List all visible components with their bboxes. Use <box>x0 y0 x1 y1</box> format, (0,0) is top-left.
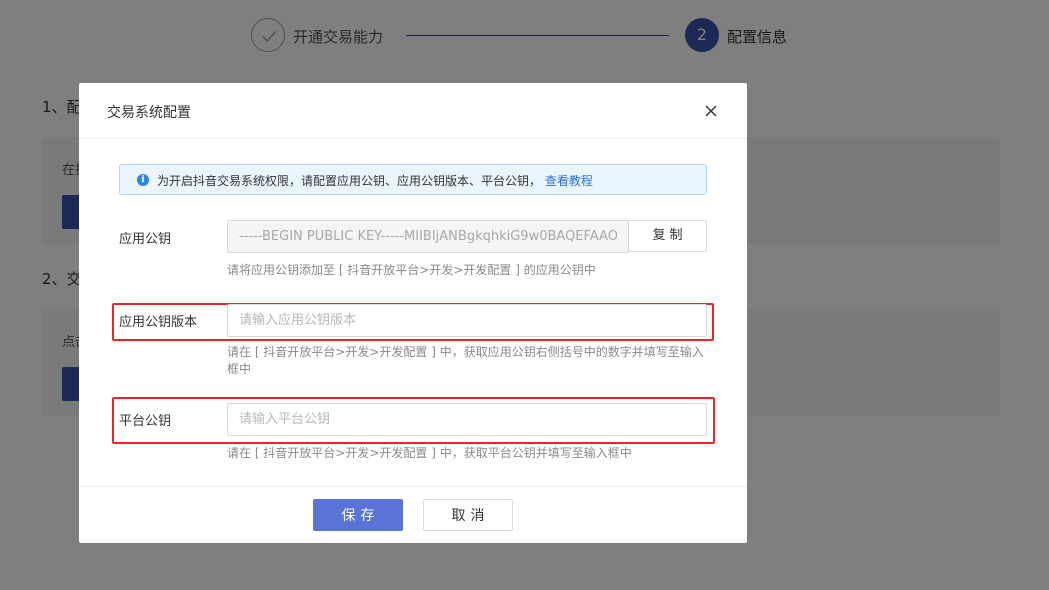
copy-button[interactable]: 复制 <box>628 220 707 252</box>
platform-public-key-hint: 请在 [ 抖音开放平台>开发>开发配置 ] 中，获取平台公钥并填写至输入框中 <box>227 446 632 460</box>
close-icon <box>705 105 717 117</box>
dialog-footer: 保存 取消 <box>79 486 747 543</box>
trade-config-dialog: 交易系统配置 i 为开启抖音交易系统权限，请配置应用公钥、应用公钥版本、平台公钥… <box>79 83 747 543</box>
app-public-key-field[interactable] <box>227 220 629 253</box>
dialog-title: 交易系统配置 <box>107 105 191 121</box>
save-button[interactable]: 保存 <box>313 499 403 531</box>
platform-public-key-input[interactable] <box>227 403 707 436</box>
app-key-version-label: 应用公钥版本 <box>119 315 198 330</box>
cancel-button[interactable]: 取消 <box>423 499 513 531</box>
app-key-version-input[interactable] <box>227 304 707 337</box>
dialog-header: 交易系统配置 <box>79 83 747 139</box>
info-notice: i 为开启抖音交易系统权限，请配置应用公钥、应用公钥版本、平台公钥， 查看教程 <box>119 164 707 195</box>
app-public-key-label: 应用公钥 <box>119 232 172 247</box>
platform-public-key-label: 平台公钥 <box>119 414 172 429</box>
notice-text-wrap: 为开启抖音交易系统权限，请配置应用公钥、应用公钥版本、平台公钥， 查看教程 <box>157 172 593 189</box>
tutorial-link[interactable]: 查看教程 <box>545 174 593 188</box>
close-button[interactable] <box>701 101 721 121</box>
app-public-key-hint: 请将应用公钥添加至 [ 抖音开放平台>开发>开发配置 ] 的应用公钥中 <box>227 263 596 277</box>
info-icon: i <box>137 174 149 186</box>
notice-text: 为开启抖音交易系统权限，请配置应用公钥、应用公钥版本、平台公钥， <box>157 174 542 188</box>
app-key-version-hint: 请在 [ 抖音开放平台>开发>开发配置 ] 中，获取应用公钥右侧括号中的数字并填… <box>227 345 704 376</box>
